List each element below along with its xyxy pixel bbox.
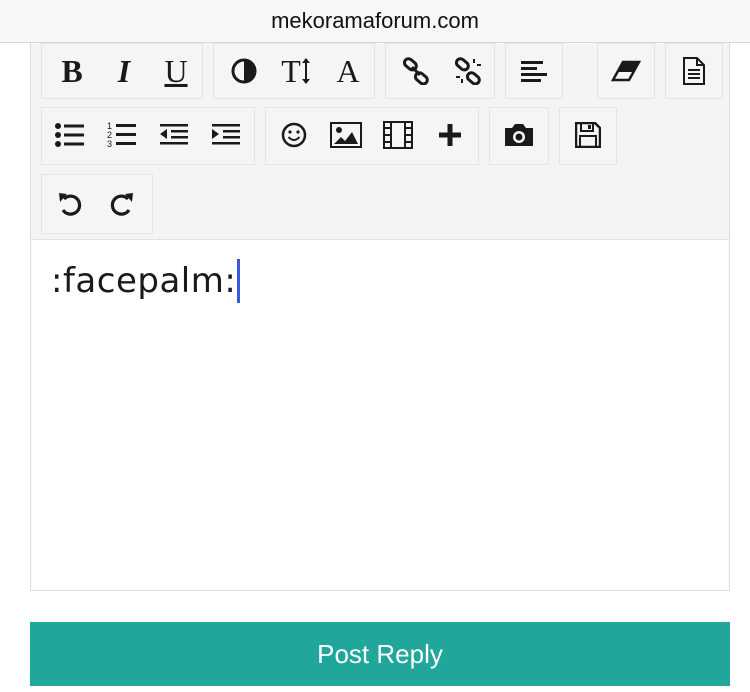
editor-text: :facepalm: xyxy=(51,261,237,301)
source-button[interactable] xyxy=(668,44,720,98)
editor-text-area[interactable]: :facepalm: xyxy=(31,239,729,590)
insert-group xyxy=(265,107,479,165)
save-draft-button[interactable] xyxy=(562,108,614,162)
outdent-icon xyxy=(160,124,188,145)
insert-more-button[interactable] xyxy=(424,108,476,162)
undo-button[interactable] xyxy=(44,177,96,231)
font-icon: A xyxy=(336,53,360,89)
document-icon xyxy=(683,57,705,85)
numbered-list-icon: 1 2 3 xyxy=(107,121,136,149)
camera-icon xyxy=(505,124,533,146)
emoji-button[interactable] xyxy=(268,108,320,162)
text-caret xyxy=(237,259,241,303)
underline-icon: U xyxy=(164,53,188,89)
color-button[interactable] xyxy=(218,44,270,98)
clear-format-group xyxy=(597,43,655,99)
smiley-icon xyxy=(281,122,307,148)
font-group: T A xyxy=(213,43,375,99)
save-group xyxy=(559,107,617,165)
list-group: 1 2 3 xyxy=(41,107,255,165)
image-icon xyxy=(330,122,362,148)
outdent-button[interactable] xyxy=(148,108,200,162)
floppy-disk-icon xyxy=(575,122,601,148)
plus-icon xyxy=(439,124,461,146)
address-bar[interactable]: mekoramaforum.com xyxy=(0,0,750,43)
svg-text:3: 3 xyxy=(107,139,112,149)
unlink-button[interactable] xyxy=(442,44,494,98)
camera-button[interactable] xyxy=(493,108,545,162)
text-height-icon: T xyxy=(281,55,311,87)
eraser-icon xyxy=(611,60,641,82)
history-group xyxy=(41,174,153,234)
editor-content: :facepalm: xyxy=(51,259,241,303)
bold-icon: B xyxy=(61,53,83,89)
source-group xyxy=(665,43,723,99)
italic-button[interactable]: I xyxy=(98,44,150,98)
font-button[interactable]: A xyxy=(322,44,374,98)
redo-icon xyxy=(110,193,133,216)
numbered-list-button[interactable]: 1 2 3 xyxy=(96,108,148,162)
video-button[interactable] xyxy=(372,108,424,162)
indent-icon xyxy=(212,124,240,145)
contrast-icon xyxy=(231,58,257,84)
link-group xyxy=(385,43,495,99)
post-reply-label: Post Reply xyxy=(317,638,443,669)
align-button[interactable] xyxy=(508,44,560,98)
underline-button[interactable]: U xyxy=(150,44,202,98)
editor-toolbar: B I U T A 1 2 3 xyxy=(31,43,729,240)
image-button[interactable] xyxy=(320,108,372,162)
bullet-list-icon xyxy=(55,123,84,147)
clear-format-button[interactable] xyxy=(600,44,652,98)
align-left-icon xyxy=(521,61,547,82)
text-style-group: B I U xyxy=(41,43,203,99)
indent-button[interactable] xyxy=(200,108,252,162)
url-text: mekoramaforum.com xyxy=(271,8,479,33)
link-button[interactable] xyxy=(390,44,442,98)
redo-button[interactable] xyxy=(96,177,148,231)
undo-icon xyxy=(59,193,82,216)
film-icon xyxy=(383,121,413,149)
rich-text-editor: B I U T A 1 2 3:facepalm: xyxy=(30,43,730,591)
italic-icon: I xyxy=(117,53,131,89)
bold-button[interactable]: B xyxy=(46,44,98,98)
align-group xyxy=(505,43,563,99)
font-size-button[interactable]: T xyxy=(270,44,322,98)
camera-group xyxy=(489,107,549,165)
bullet-list-button[interactable] xyxy=(44,108,96,162)
post-reply-button[interactable]: Post Reply xyxy=(30,622,730,686)
link-icon xyxy=(402,57,429,85)
unlink-icon xyxy=(454,57,481,85)
